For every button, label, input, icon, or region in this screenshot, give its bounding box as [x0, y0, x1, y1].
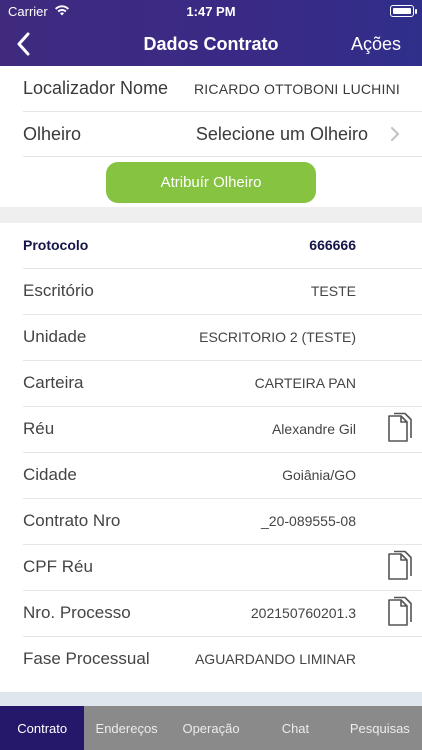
copy-icon[interactable] — [387, 550, 413, 584]
detail-label: Protocolo — [23, 237, 89, 253]
detail-value: CARTEIRA PAN — [254, 375, 356, 391]
tab-operacao[interactable]: Operação — [169, 706, 253, 750]
row-divider — [23, 406, 422, 407]
row-divider — [23, 498, 422, 499]
battery-icon — [390, 5, 417, 17]
detail-value: 666666 — [309, 237, 356, 253]
row-divider — [23, 360, 422, 361]
navigation-header: Carrier 1:47 PM Dados Contrato Ações — [0, 0, 422, 66]
detail-label: Escritório — [23, 281, 94, 300]
localizador-value: RICARDO OTTOBONI LUCHINI — [193, 81, 400, 97]
olheiro-select-value[interactable]: Selecione um Olheiro — [196, 124, 368, 145]
detail-value: 202150760201.3 — [250, 605, 356, 621]
row-divider — [23, 111, 422, 112]
detail-value: ESCRITORIO 2 (TESTE) — [199, 329, 356, 345]
detail-label: Nro. Processo — [23, 603, 131, 622]
copy-icon[interactable] — [387, 412, 413, 446]
detail-label: Réu — [23, 419, 55, 438]
detail-label: Carteira — [23, 373, 84, 392]
row-divider — [23, 590, 422, 591]
olheiro-label: Olheiro — [23, 124, 82, 144]
status-bar: Carrier 1:47 PM — [0, 0, 422, 22]
tab-enderecos[interactable]: Endereços — [84, 706, 168, 750]
section-divider — [0, 207, 422, 223]
detail-value: AGUARDANDO LIMINAR — [194, 651, 356, 667]
row-divider — [23, 452, 422, 453]
row-divider — [23, 268, 422, 269]
row-divider — [23, 314, 422, 315]
tab-pesquisas[interactable]: Pesquisas — [338, 706, 422, 750]
detail-label: Fase Processual — [23, 649, 150, 668]
detail-label: Unidade — [23, 327, 87, 346]
localizador-label: Localizador Nome — [23, 78, 169, 98]
detail-value: _20-089555-08 — [261, 513, 356, 529]
section-divider — [0, 692, 422, 706]
row-divider — [23, 636, 422, 637]
assign-olheiro-button[interactable]: Atribuír Olheiro — [106, 162, 316, 203]
detail-value: Goiânia/GO — [282, 467, 356, 483]
tab-chat[interactable]: Chat — [253, 706, 337, 750]
status-time: 1:47 PM — [186, 4, 236, 19]
actions-button[interactable]: Ações — [351, 34, 401, 55]
detail-value: TESTE — [310, 283, 356, 299]
detail-label: Cidade — [23, 465, 77, 484]
row-divider — [23, 156, 422, 157]
copy-icon[interactable] — [387, 596, 413, 630]
detail-label: Contrato Nro — [23, 511, 121, 530]
tab-contrato[interactable]: Contrato — [0, 706, 85, 750]
tab-bar: Contrato Endereços Operação Chat Pesquis… — [0, 706, 422, 750]
chevron-right-icon — [391, 127, 399, 141]
detail-value: Alexandre Gil — [271, 421, 356, 437]
detail-label: CPF Réu — [23, 557, 93, 576]
row-divider — [23, 544, 422, 545]
